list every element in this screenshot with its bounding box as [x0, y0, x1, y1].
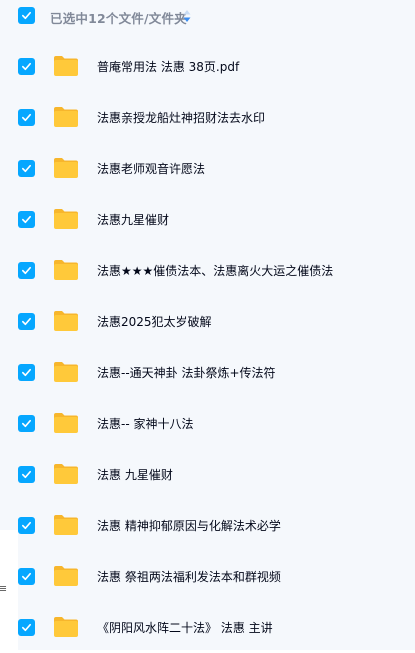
file-row-4[interactable]: 法惠九星催财 — [0, 194, 415, 245]
checkmark-icon — [22, 470, 31, 479]
file-name: 法惠2025犯太岁破解 — [97, 315, 212, 329]
file-row-11[interactable]: 法惠 祭祖两法福利发法本和群视频 — [0, 551, 415, 602]
file-name: 法惠亲授龙船灶神招财法去水印 — [97, 111, 266, 125]
file-checkbox[interactable] — [18, 262, 35, 279]
checkmark-icon — [22, 623, 31, 632]
file-checkbox[interactable] — [18, 211, 35, 228]
folder-icon — [54, 107, 78, 127]
left-edge-panel: ≡ — [0, 530, 18, 650]
file-name: 法惠 祭祖两法福利发法本和群视频 — [97, 570, 281, 584]
file-name: 法惠九星催财 — [97, 213, 170, 227]
file-row-8[interactable]: 法惠-- 家神十八法 — [0, 398, 415, 449]
file-row-2[interactable]: 法惠亲授龙船灶神招财法去水印 — [0, 92, 415, 143]
checkmark-icon — [22, 62, 31, 71]
selection-count-label: 已选中12个文件/文件夹 — [50, 11, 187, 26]
file-checkbox[interactable] — [18, 517, 35, 534]
file-checkbox[interactable] — [18, 313, 35, 330]
file-name: 法惠--通天神卦 法卦祭炼+传法符 — [97, 366, 276, 380]
folder-icon — [54, 617, 78, 637]
file-name: 普庵常用法 法惠 38页.pdf — [97, 60, 240, 74]
file-list-panel: 已选中12个文件/文件夹 普庵常用法 法惠 38页.pdf 法惠亲授龙船灶神招财… — [0, 0, 415, 650]
file-row-1[interactable]: 普庵常用法 法惠 38页.pdf — [0, 41, 415, 92]
checkmark-icon — [22, 317, 31, 326]
file-list: 普庵常用法 法惠 38页.pdf 法惠亲授龙船灶神招财法去水印 法惠老师观音许愿… — [0, 41, 415, 653]
checkmark-icon — [22, 572, 31, 581]
file-checkbox[interactable] — [18, 160, 35, 177]
file-name: 法惠 九星催财 — [97, 468, 173, 482]
folder-icon — [54, 209, 78, 229]
file-row-12[interactable]: 《阴阳风水阵二十法》 法惠 主讲 — [0, 602, 415, 653]
file-name: 法惠★★★催债法本、法惠离火大运之催债法 — [97, 264, 334, 278]
file-checkbox[interactable] — [18, 619, 35, 636]
folder-icon — [54, 362, 78, 382]
file-row-6[interactable]: 法惠2025犯太岁破解 — [0, 296, 415, 347]
file-name: 《阴阳风水阵二十法》 法惠 主讲 — [97, 621, 273, 635]
checkmark-icon — [22, 11, 31, 20]
file-name: 法惠 精神抑郁原因与化解法术必学 — [97, 519, 281, 533]
sort-toggle-icon[interactable] — [183, 9, 191, 23]
checkmark-icon — [22, 215, 31, 224]
folder-icon — [54, 413, 78, 433]
file-checkbox[interactable] — [18, 109, 35, 126]
checkmark-icon — [22, 521, 31, 530]
folder-icon — [54, 56, 78, 76]
file-checkbox[interactable] — [18, 466, 35, 483]
file-row-9[interactable]: 法惠 九星催财 — [0, 449, 415, 500]
folder-icon — [54, 260, 78, 280]
checkmark-icon — [22, 419, 31, 428]
file-checkbox[interactable] — [18, 364, 35, 381]
edge-glyph: ≡ — [0, 582, 8, 595]
folder-icon — [54, 566, 78, 586]
folder-icon — [54, 515, 78, 535]
file-row-3[interactable]: 法惠老师观音许愿法 — [0, 143, 415, 194]
folder-icon — [54, 464, 78, 484]
checkmark-icon — [22, 266, 31, 275]
file-checkbox[interactable] — [18, 568, 35, 585]
checkmark-icon — [22, 113, 31, 122]
file-name: 法惠-- 家神十八法 — [97, 417, 194, 431]
checkmark-icon — [22, 368, 31, 377]
selection-header: 已选中12个文件/文件夹 — [0, 0, 415, 36]
file-checkbox[interactable] — [18, 58, 35, 75]
file-row-10[interactable]: 法惠 精神抑郁原因与化解法术必学 — [0, 500, 415, 551]
file-row-5[interactable]: 法惠★★★催债法本、法惠离火大运之催债法 — [0, 245, 415, 296]
file-name: 法惠老师观音许愿法 — [97, 162, 206, 176]
select-all-checkbox[interactable] — [18, 7, 35, 24]
checkmark-icon — [22, 164, 31, 173]
file-checkbox[interactable] — [18, 415, 35, 432]
folder-icon — [54, 158, 78, 178]
file-row-7[interactable]: 法惠--通天神卦 法卦祭炼+传法符 — [0, 347, 415, 398]
folder-icon — [54, 311, 78, 331]
